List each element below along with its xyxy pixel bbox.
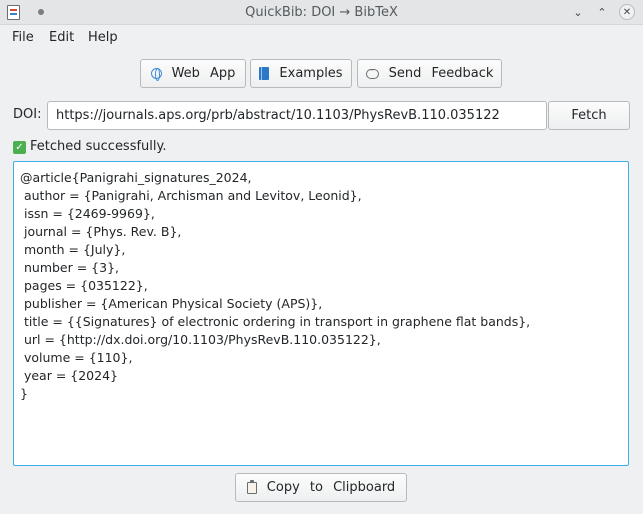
menu-file[interactable]: File (12, 26, 34, 50)
fetch-button[interactable]: Fetch (548, 101, 630, 130)
status-message: ✓ Fetched successfully. (13, 139, 167, 155)
send-feedback-button[interactable]: Send Feedback (357, 59, 502, 88)
bibtex-line: month = {July}, (20, 242, 126, 257)
bibtex-line: @article{Panigrahi_signatures_2024, (20, 170, 252, 185)
close-icon[interactable]: ✕ (619, 4, 635, 20)
examples-button[interactable]: Examples (250, 59, 352, 88)
bibtex-line: author = {Panigrahi, Archisman and Levit… (20, 188, 362, 203)
speech-bubble-icon (365, 64, 379, 79)
bibtex-line: journal = {Phys. Rev. B}, (20, 224, 182, 239)
menu-help[interactable]: Help (88, 26, 118, 50)
doi-label: DOI: (13, 107, 42, 122)
examples-label: Examples (279, 66, 343, 81)
bibtex-line: number = {3}, (20, 260, 120, 275)
bibtex-line: year = {2024} (20, 368, 118, 383)
copy-label: Copy to Clipboard (266, 480, 396, 495)
bibtex-line: url = {http://dx.doi.org/10.1103/PhysRev… (20, 332, 381, 347)
menu-edit[interactable]: Edit (49, 26, 74, 50)
bibtex-line: } (20, 386, 28, 401)
web-app-label: Web App (171, 66, 236, 81)
web-app-button[interactable]: Web App (140, 59, 246, 88)
copy-to-clipboard-button[interactable]: Copy to Clipboard (235, 473, 407, 502)
bibtex-line: title = {{Signatures} of electronic orde… (20, 314, 531, 329)
doi-input[interactable]: https://journals.aps.org/prb/abstract/10… (47, 101, 547, 130)
maximize-icon[interactable]: ⌃ (594, 5, 610, 21)
bibtex-line: volume = {110}, (20, 350, 133, 365)
main-panel: Web App Examples Send Feedback DOI: http… (5, 50, 638, 510)
clipboard-icon (246, 479, 257, 494)
bibtex-line: pages = {035122}, (20, 278, 148, 293)
globe-icon (150, 68, 162, 81)
window-title: QuickBib: DOI → BibTeX (245, 5, 398, 20)
status-text: Fetched successfully. (30, 139, 167, 154)
check-icon: ✓ (13, 140, 26, 154)
title-bar: QuickBib: DOI → BibTeX ⌄ ⌃ ✕ (0, 0, 643, 25)
book-icon (259, 67, 270, 80)
minimize-icon[interactable]: ⌄ (570, 5, 586, 21)
menu-bar: File Edit Help (0, 26, 643, 50)
bibtex-line: publisher = {American Physical Society (… (20, 296, 323, 311)
bibtex-line: issn = {2469-9969}, (20, 206, 155, 221)
bibtex-output[interactable]: @article{Panigrahi_signatures_2024, auth… (13, 161, 629, 466)
send-feedback-label: Send Feedback (388, 66, 494, 81)
